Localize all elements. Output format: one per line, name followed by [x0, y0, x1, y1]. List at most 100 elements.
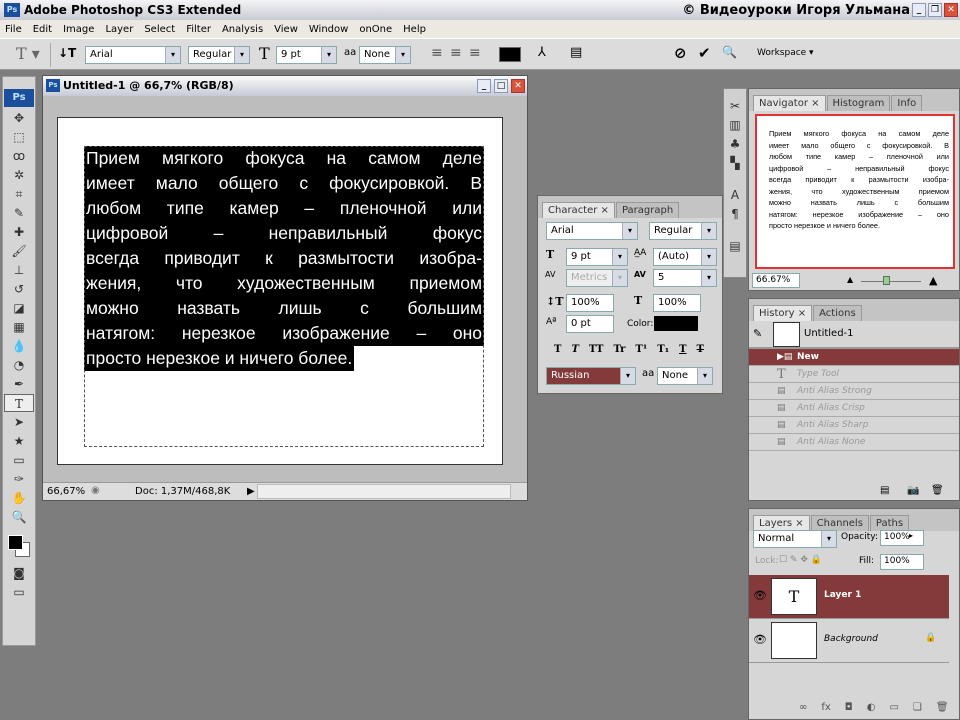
type-tool-icon[interactable]: T: [4, 394, 34, 412]
char-size-select[interactable]: 9 pt ▾: [566, 248, 628, 266]
align-center-icon[interactable]: ≡: [450, 45, 462, 61]
align-left-icon[interactable]: ≡: [431, 45, 443, 61]
small-caps-button[interactable]: Tr: [613, 344, 625, 355]
menu-select[interactable]: Select: [144, 24, 175, 35]
zoom-level[interactable]: 66,67%: [47, 486, 85, 497]
tab-layers[interactable]: Layers ×: [753, 515, 810, 531]
adjustment-layer-icon[interactable]: ◐: [867, 702, 876, 713]
move-tool-icon[interactable]: ✥: [4, 109, 34, 127]
commit-icon[interactable]: ✔: [698, 44, 711, 62]
tool-presets-icon[interactable]: ✂: [725, 97, 745, 115]
blend-mode-select[interactable]: Normal ▾: [753, 530, 837, 548]
gradient-tool-icon[interactable]: ▦: [4, 318, 34, 336]
underline-button[interactable]: T: [679, 344, 686, 355]
layer-comps-icon[interactable]: ▤: [725, 237, 745, 255]
slice-tool-icon[interactable]: ✎: [4, 204, 34, 222]
link-layers-icon[interactable]: ∞: [799, 702, 807, 713]
font-family-select[interactable]: Arial ▾: [85, 46, 181, 64]
font-style-select[interactable]: Regular ▾: [188, 46, 250, 64]
trash-icon[interactable]: 🗑: [931, 485, 944, 496]
tab-info[interactable]: Info: [891, 95, 923, 111]
tab-character[interactable]: Character ×: [542, 202, 615, 218]
all-caps-button[interactable]: TT: [589, 344, 604, 355]
healing-brush-icon[interactable]: ✚: [4, 223, 34, 241]
marquee-tool-icon[interactable]: ⬚: [4, 128, 34, 146]
history-snapshot[interactable]: ✎ Untitled-1: [749, 321, 959, 349]
eraser-tool-icon[interactable]: ◪: [4, 299, 34, 317]
layer-style-icon[interactable]: fx: [821, 702, 830, 713]
char-kerning-select[interactable]: Metrics ▾: [566, 269, 628, 287]
shape-tool-icon[interactable]: ★: [4, 432, 34, 450]
dodge-tool-icon[interactable]: ◔: [4, 356, 34, 374]
char-antialias-select[interactable]: None ▾: [657, 367, 713, 385]
status-icon[interactable]: ◉: [91, 485, 100, 496]
pen-tool-icon[interactable]: ✒: [4, 375, 34, 393]
tab-histogram[interactable]: Histogram: [826, 95, 891, 111]
tab-history[interactable]: History ×: [753, 305, 813, 321]
superscript-button[interactable]: T¹: [635, 344, 647, 355]
zoom-tool-icon[interactable]: 🔍: [4, 508, 34, 526]
subscript-button[interactable]: T₁: [657, 344, 669, 355]
minimize-button[interactable]: _: [912, 3, 926, 17]
char-tracking-select[interactable]: 5 ▾: [653, 269, 717, 287]
tab-paths[interactable]: Paths: [869, 515, 910, 531]
new-layer-icon[interactable]: ❏: [913, 702, 922, 713]
history-item[interactable]: ▤ Anti Alias Crisp: [749, 400, 959, 417]
history-brush-icon[interactable]: ↺: [4, 280, 34, 298]
snapshot-icon[interactable]: 📷: [907, 485, 919, 496]
char-style-select[interactable]: Regular ▾: [649, 222, 717, 240]
strikethrough-button[interactable]: T: [697, 344, 704, 355]
opacity-arrow[interactable]: ▸: [909, 531, 913, 540]
text-orientation-icon[interactable]: ↓T: [58, 46, 76, 60]
horizontal-scale-input[interactable]: 100%: [653, 294, 701, 312]
layer-row[interactable]: 👁 Background 🔒: [749, 619, 949, 663]
workspace-button[interactable]: Workspace ▾: [757, 48, 814, 58]
menu-edit[interactable]: Edit: [33, 24, 52, 35]
canvas[interactable]: Прием мягкого фокуса на самом деле имеет …: [57, 117, 503, 465]
history-item[interactable]: T Type Tool: [749, 366, 959, 383]
char-color-swatch[interactable]: [654, 316, 698, 331]
brushes-icon[interactable]: ▥: [725, 116, 745, 134]
cancel-icon[interactable]: ⊘: [674, 44, 687, 62]
menu-analysis[interactable]: Analysis: [222, 24, 263, 35]
vertical-scale-input[interactable]: 100%: [566, 294, 614, 312]
menu-view[interactable]: View: [274, 24, 298, 35]
menu-file[interactable]: File: [5, 24, 22, 35]
menu-image[interactable]: Image: [63, 24, 94, 35]
status-menu-arrow-icon[interactable]: ▶: [247, 486, 255, 497]
screen-mode-icon[interactable]: ▭: [4, 583, 34, 601]
hand-tool-icon[interactable]: ✋: [4, 489, 34, 507]
menu-layer[interactable]: Layer: [105, 24, 133, 35]
eyedropper-icon[interactable]: ✑: [4, 470, 34, 488]
layer-row[interactable]: 👁 T Layer 1: [749, 575, 949, 619]
quick-mask-icon[interactable]: ◙: [4, 564, 34, 582]
character-panel-icon[interactable]: A: [725, 186, 745, 204]
history-item[interactable]: ▤ Anti Alias Strong: [749, 383, 959, 400]
doc-close-button[interactable]: ✕: [511, 79, 525, 93]
tab-actions[interactable]: Actions: [813, 305, 862, 321]
text-bounding-box[interactable]: [84, 146, 484, 447]
menu-window[interactable]: Window: [309, 24, 348, 35]
fill-input[interactable]: 100%: [880, 554, 924, 570]
doc-maximize-button[interactable]: □: [494, 79, 508, 93]
visibility-eye-icon[interactable]: 👁: [753, 633, 767, 646]
antialias-select[interactable]: None ▾: [359, 46, 411, 64]
path-select-icon[interactable]: ➤: [4, 413, 34, 431]
tab-navigator[interactable]: Navigator ×: [753, 95, 826, 111]
stamp-tool-icon[interactable]: ⊥: [4, 261, 34, 279]
bridge-icon[interactable]: 🔍: [722, 45, 737, 59]
swatches-icon[interactable]: ▚: [725, 154, 745, 172]
align-right-icon[interactable]: ≡: [469, 45, 481, 61]
crop-tool-icon[interactable]: ⌗: [4, 185, 34, 203]
palettes-toggle-icon[interactable]: ▤: [570, 45, 582, 60]
language-select[interactable]: Russian ▾: [546, 367, 636, 385]
restore-button[interactable]: ❐: [928, 3, 942, 17]
zoom-in-icon[interactable]: ▲: [929, 274, 937, 287]
baseline-shift-input[interactable]: 0 pt: [566, 315, 614, 333]
history-item[interactable]: ▶▤ New: [749, 349, 959, 366]
visibility-eye-icon[interactable]: 👁: [753, 589, 767, 602]
navigator-preview[interactable]: Прием мягкого фокуса на самом деле имеет …: [755, 114, 955, 269]
zoom-out-icon[interactable]: ▲: [847, 275, 853, 284]
new-group-icon[interactable]: ▭: [889, 702, 898, 713]
paragraph-panel-icon[interactable]: ¶: [725, 205, 745, 223]
